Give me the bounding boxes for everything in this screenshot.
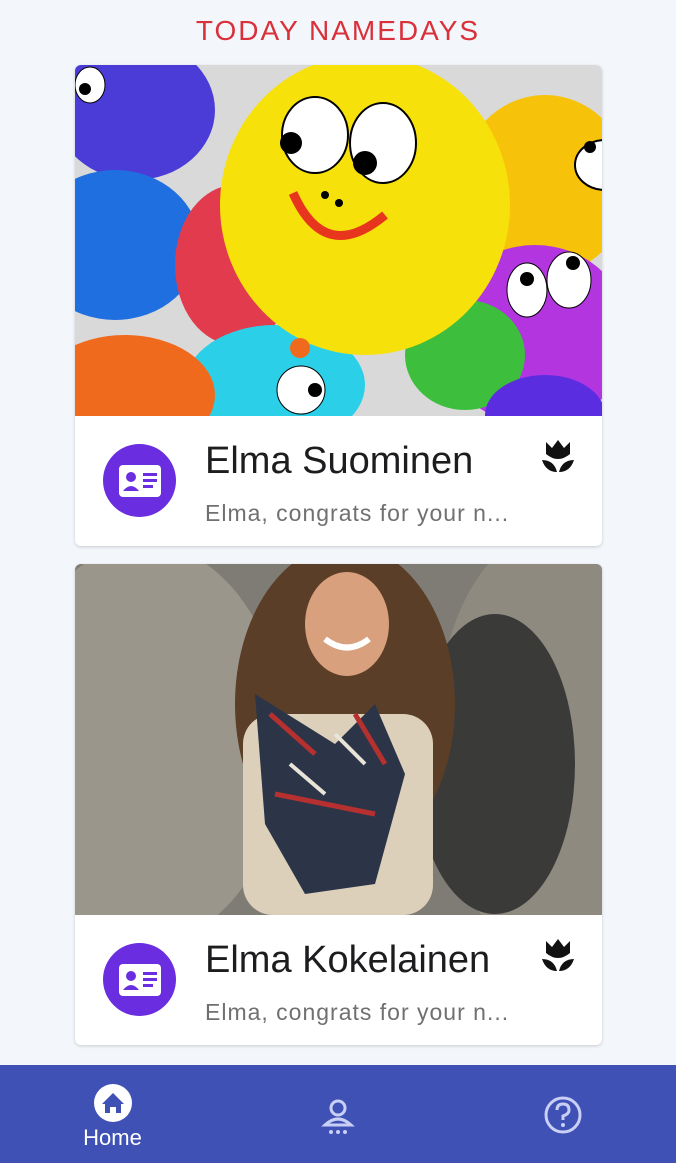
- contact-message: Elma, congrats for your n...: [205, 500, 510, 526]
- nav-home-label: Home: [83, 1125, 142, 1150]
- id-card-icon: [118, 464, 161, 497]
- card-body: Elma Kokelainen Elma, congrats for your …: [75, 915, 602, 1045]
- profile-icon: [320, 1099, 355, 1134]
- nav-profile[interactable]: [225, 1065, 450, 1163]
- contact-avatar: [103, 943, 176, 1016]
- card-image-portrait: [75, 564, 602, 915]
- nameday-card[interactable]: Elma Suominen Elma, congrats for your n.…: [75, 65, 602, 546]
- nav-home[interactable]: Home: [0, 1065, 225, 1163]
- help-icon: [544, 1096, 581, 1134]
- app-header: TODAY NAMEDAYS: [0, 0, 676, 62]
- tulip-icon[interactable]: [540, 438, 576, 476]
- page-title: TODAY NAMEDAYS: [195, 15, 481, 46]
- card-body: Elma Suominen Elma, congrats for your n.…: [75, 416, 602, 546]
- bottom-navigation: Home: [0, 1065, 676, 1163]
- contact-name: Elma Suominen: [205, 440, 474, 482]
- id-card-icon: [118, 963, 161, 996]
- contact-name: Elma Kokelainen: [205, 939, 491, 981]
- card-image-balloons: [75, 65, 602, 416]
- tulip-icon[interactable]: [540, 937, 576, 975]
- nav-help[interactable]: [450, 1065, 675, 1163]
- contact-message: Elma, congrats for your n...: [205, 999, 510, 1025]
- nameday-card[interactable]: Elma Kokelainen Elma, congrats for your …: [75, 564, 602, 1045]
- home-icon: [93, 1084, 132, 1122]
- contact-avatar: [103, 444, 176, 517]
